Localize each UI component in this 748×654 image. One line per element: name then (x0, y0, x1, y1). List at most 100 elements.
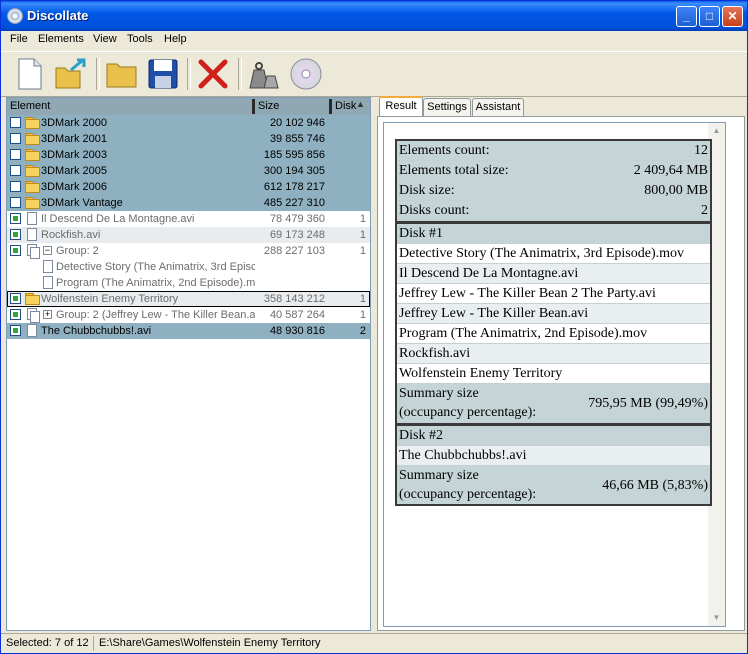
new-file-icon[interactable] (11, 56, 47, 92)
item-name: Group: 2 (56, 245, 99, 257)
element-list[interactable]: Element Size Disk ▲ 3DMark 2000 20 102 9… (6, 97, 371, 631)
status-separator (93, 636, 94, 651)
checkbox[interactable] (10, 293, 21, 304)
list-item[interactable]: Detective Story (The Animatrix, 3rd Epis… (7, 259, 370, 275)
list-item[interactable]: 3DMark 2006 612 178 217 (7, 179, 370, 195)
expand-icon[interactable]: + (43, 310, 52, 319)
open-export-icon[interactable] (53, 56, 89, 92)
window-title: Discollate (27, 8, 89, 23)
checkbox[interactable] (10, 213, 21, 224)
item-size: 612 178 217 (263, 181, 325, 193)
list-item[interactable]: 3DMark Vantage 485 227 310 (7, 195, 370, 211)
folder-icon (25, 165, 40, 177)
list-item[interactable]: The Chubbchubbs!.avi 48 930 816 2 (7, 323, 370, 339)
tab-assistant[interactable]: Assistant (472, 98, 524, 116)
save-icon[interactable] (145, 56, 181, 92)
menu-elements[interactable]: Elements (38, 33, 84, 45)
list-item[interactable]: Wolfenstein Enemy Territory 358 143 212 … (7, 291, 370, 307)
app-window: Discollate _ □ ✕ File Elements View Tool… (0, 0, 748, 654)
item-name: 3DMark 2001 (41, 133, 108, 145)
list-item[interactable]: 3DMark 2000 20 102 946 (7, 115, 370, 131)
disk1-title: Disk #1 (397, 224, 710, 244)
disc-icon[interactable] (288, 56, 324, 92)
menu-view[interactable]: View (93, 33, 117, 45)
checkbox[interactable] (10, 245, 21, 256)
folder-icon (25, 181, 40, 193)
item-size: 48 930 816 (269, 325, 325, 337)
checkbox[interactable] (10, 325, 21, 336)
disk2-title: Disk #2 (397, 426, 710, 446)
item-size: 185 595 856 (263, 149, 325, 161)
menu-file[interactable]: File (10, 33, 28, 45)
folder-icon (25, 117, 40, 129)
list-item[interactable]: 3DMark 2001 39 855 746 (7, 131, 370, 147)
delete-icon[interactable] (195, 56, 231, 92)
folder-icon[interactable] (104, 56, 140, 92)
menu-tools[interactable]: Tools (127, 33, 153, 45)
result-view[interactable]: ▲ ▼ Elements count: 12 Elements total siz… (383, 122, 726, 627)
disk2-item: The Chubbchubbs!.avi (397, 446, 710, 466)
checkbox[interactable] (10, 229, 21, 240)
column-separator[interactable] (329, 99, 332, 114)
item-disk: 2 (359, 325, 366, 337)
list-item[interactable]: Program (The Animatrix, 2nd Episode).mc (7, 275, 370, 291)
folder-icon (25, 133, 40, 145)
checkbox[interactable] (10, 117, 21, 128)
report-row: Elements total size: 2 409,64 MB (397, 161, 710, 181)
minimize-button[interactable]: _ (676, 6, 697, 27)
list-item[interactable]: Il Descend De La Montagne.avi 78 479 360… (7, 211, 370, 227)
scroll-up-icon[interactable]: ▲ (708, 123, 725, 139)
list-item[interactable]: + Group: 2 (Jeffrey Lew - The Killer Bea… (7, 307, 370, 323)
report-label: Elements count: (399, 143, 490, 158)
list-item[interactable]: 3DMark 2003 185 595 856 (7, 147, 370, 163)
folder-icon (25, 197, 40, 209)
collapse-icon[interactable]: − (43, 246, 52, 255)
summary-value: 795,95 MB (99,49%) (588, 396, 708, 411)
close-button[interactable]: ✕ (722, 6, 743, 27)
checkbox[interactable] (10, 181, 21, 192)
column-disk-header[interactable]: Disk (335, 100, 356, 112)
item-disk: 1 (359, 245, 366, 257)
item-name: Program (The Animatrix, 2nd Episode).mc (56, 277, 255, 289)
weights-icon[interactable] (246, 56, 282, 92)
list-item[interactable]: Rockfish.avi 69 173 248 1 (7, 227, 370, 243)
column-element-header[interactable]: Element (10, 100, 50, 112)
sort-arrow-icon: ▲ (356, 99, 365, 109)
item-size: 300 194 305 (263, 165, 325, 177)
file-icon (43, 260, 53, 273)
column-size-header[interactable]: Size (258, 100, 279, 112)
file-icon (43, 276, 53, 289)
group-icon (27, 244, 40, 259)
disk1-item: Il Descend De La Montagne.avi (397, 264, 710, 284)
list-item[interactable]: − Group: 2 288 227 103 1 (7, 243, 370, 259)
checkbox[interactable] (10, 133, 21, 144)
tab-settings[interactable]: Settings (423, 98, 471, 116)
group-icon (27, 308, 40, 323)
file-icon (27, 228, 37, 241)
maximize-button[interactable]: □ (699, 6, 720, 27)
menu-help[interactable]: Help (164, 33, 187, 45)
report-label: Disk size: (399, 183, 455, 198)
disk1-item: Jeffrey Lew - The Killer Bean.avi (397, 304, 710, 324)
item-name: Rockfish.avi (41, 229, 101, 241)
disk2-summary: Summary size (occupancy percentage): 46,… (397, 466, 710, 504)
status-path: E:\Share\Games\Wolfenstein Enemy Territo… (99, 637, 321, 649)
checkbox[interactable] (10, 309, 21, 320)
checkbox[interactable] (10, 149, 21, 160)
item-size: 78 479 360 (269, 213, 325, 225)
report-row: Disks count: 2 (397, 201, 710, 221)
report-label: Elements total size: (399, 163, 509, 178)
list-item[interactable]: 3DMark 2005 300 194 305 (7, 163, 370, 179)
report-row: Elements count: 12 (397, 141, 710, 161)
checkbox[interactable] (10, 197, 21, 208)
item-name: Detective Story (The Animatrix, 3rd Epis… (56, 261, 255, 273)
item-name: The Chubbchubbs!.avi (41, 325, 152, 337)
toolbar-separator (238, 58, 242, 90)
tab-result[interactable]: Result (379, 96, 423, 117)
item-disk: 1 (359, 293, 366, 305)
checkbox[interactable] (10, 165, 21, 176)
column-separator[interactable] (252, 99, 255, 114)
item-size: 288 227 103 (263, 245, 325, 257)
item-disk: 1 (359, 213, 366, 225)
scroll-down-icon[interactable]: ▼ (708, 610, 725, 626)
